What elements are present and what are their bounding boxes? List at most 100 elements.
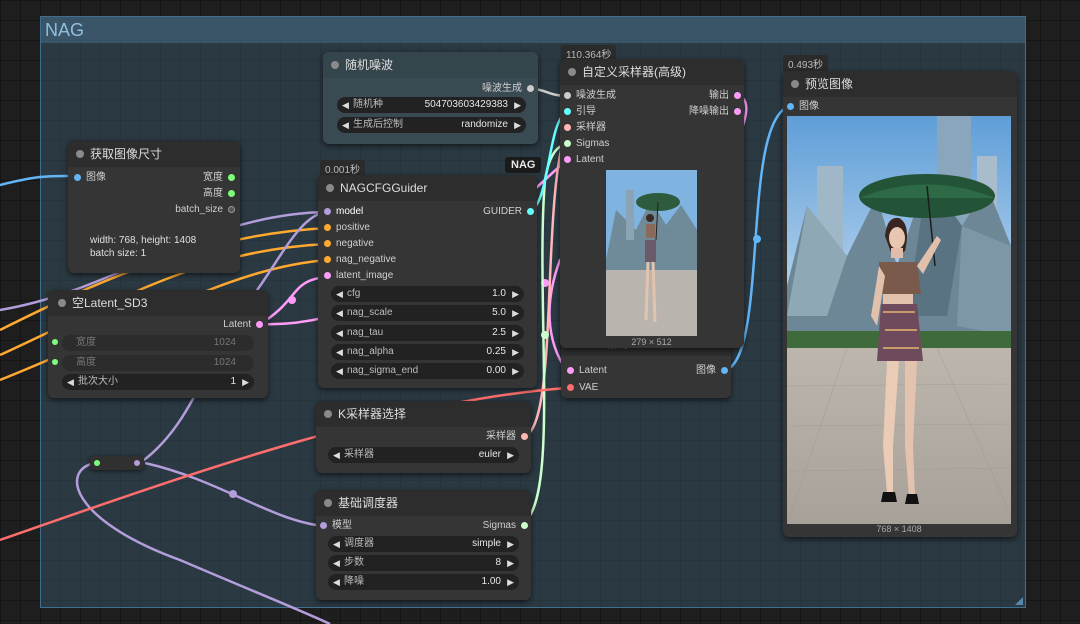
output-sampler[interactable]: 采样器 xyxy=(486,430,528,444)
width-widget[interactable]: 宽度 1024 xyxy=(62,335,254,351)
decrement-arrow-icon[interactable]: ◀ xyxy=(333,536,340,552)
decrement-arrow-icon[interactable]: ◀ xyxy=(342,117,349,133)
increment-arrow-icon[interactable]: ▶ xyxy=(507,574,514,590)
input-latent[interactable]: Latent xyxy=(567,364,607,378)
thumbnail-caption: 279 × 512 xyxy=(631,337,672,347)
input-model[interactable]: model xyxy=(324,205,363,219)
node-basic-scheduler[interactable]: 基础调度器 模型 Sigmas ◀ 调度器 simple ▶ ◀ 步数 8 ▶ ◀ 降噪 1.0… xyxy=(316,490,531,600)
output-output[interactable]: 输出 xyxy=(709,89,741,103)
output-width[interactable]: 宽度 xyxy=(203,171,235,185)
denoise-widget[interactable]: ◀ 降噪 1.00 ▶ xyxy=(328,574,519,590)
input-pin-icon xyxy=(564,123,571,131)
increment-arrow-icon[interactable]: ▶ xyxy=(512,305,519,321)
input-latent[interactable]: Latent xyxy=(564,153,604,167)
nag-alpha-widget[interactable]: ◀ nag_alpha 0.25 ▶ xyxy=(331,344,524,360)
decrement-arrow-icon[interactable]: ◀ xyxy=(336,286,343,302)
input-guider[interactable]: 引导 xyxy=(564,105,596,119)
node-empty-latent[interactable]: 空Latent_SD3 Latent 宽度 1024 高度 1024 ◀ 批次大小 1 ▶ xyxy=(48,290,268,398)
increment-arrow-icon[interactable]: ▶ xyxy=(242,374,249,390)
input-pin-icon xyxy=(324,271,331,279)
increment-arrow-icon[interactable]: ▶ xyxy=(514,97,521,113)
nag-sigma-end-widget[interactable]: ◀ nag_sigma_end 0.00 ▶ xyxy=(331,363,524,379)
decrement-arrow-icon[interactable]: ◀ xyxy=(336,305,343,321)
output-denoised[interactable]: 降噪输出 xyxy=(689,105,741,119)
control-after-generate-widget[interactable]: ◀ 生成后控制 randomize ▶ xyxy=(337,117,526,133)
decrement-arrow-icon[interactable]: ◀ xyxy=(333,574,340,590)
input-vae[interactable]: VAE xyxy=(567,381,598,395)
input-nag-negative[interactable]: nag_negative xyxy=(324,253,396,267)
increment-arrow-icon[interactable]: ▶ xyxy=(514,117,521,133)
node-preview-image[interactable]: 预览图像 图像 768 × 1408 xyxy=(783,71,1017,537)
node-title: 空Latent_SD3 xyxy=(72,296,148,310)
input-image[interactable]: 图像 xyxy=(74,171,106,185)
width-input-pin[interactable] xyxy=(52,336,58,350)
input-pin-icon xyxy=(787,102,794,110)
input-sampler[interactable]: 采样器 xyxy=(564,121,606,135)
increment-arrow-icon[interactable]: ▶ xyxy=(507,447,514,463)
output-pin-icon xyxy=(228,173,235,181)
node-ksampler-select[interactable]: K采样器选择 采样器 ◀ 采样器 euler ▶ xyxy=(316,401,531,473)
node-title: 预览图像 xyxy=(805,77,854,91)
seed-widget[interactable]: ◀ 随机种 504703603429383 ▶ xyxy=(337,97,526,113)
collapse-dot-icon[interactable] xyxy=(326,184,334,192)
increment-arrow-icon[interactable]: ▶ xyxy=(512,286,519,302)
decrement-arrow-icon[interactable]: ◀ xyxy=(336,363,343,379)
decrement-arrow-icon[interactable]: ◀ xyxy=(336,344,343,360)
decrement-arrow-icon[interactable]: ◀ xyxy=(342,97,349,113)
input-noise[interactable]: 噪波生成 xyxy=(564,89,616,103)
input-positive[interactable]: positive xyxy=(324,221,370,235)
reroute-output-pin-icon[interactable] xyxy=(134,460,140,466)
input-latent-image[interactable]: latent_image xyxy=(324,269,393,283)
collapse-dot-icon[interactable] xyxy=(324,499,332,507)
increment-arrow-icon[interactable]: ▶ xyxy=(512,344,519,360)
output-batch-size[interactable]: batch_size xyxy=(175,203,235,217)
output-latent[interactable]: Latent xyxy=(223,318,263,332)
output-height[interactable]: 高度 xyxy=(203,187,235,201)
node-title: 随机噪波 xyxy=(345,58,394,72)
increment-arrow-icon[interactable]: ▶ xyxy=(512,325,519,341)
collapse-dot-icon[interactable] xyxy=(331,61,339,69)
decrement-arrow-icon[interactable]: ◀ xyxy=(333,447,340,463)
collapse-dot-icon[interactable] xyxy=(58,299,66,307)
increment-arrow-icon[interactable]: ▶ xyxy=(507,536,514,552)
collapse-dot-icon[interactable] xyxy=(568,68,576,76)
reroute-input-pin-icon[interactable] xyxy=(94,460,100,466)
collapse-dot-icon[interactable] xyxy=(324,410,332,418)
output-noise[interactable]: 噪波生成 xyxy=(482,82,534,96)
cfg-widget[interactable]: ◀ cfg 1.0 ▶ xyxy=(331,286,524,302)
node-random-noise[interactable]: 随机噪波 噪波生成 ◀ 随机种 504703603429383 ▶ ◀ 生成后控制 ran… xyxy=(323,52,538,144)
collapse-dot-icon[interactable] xyxy=(76,150,84,158)
height-input-pin[interactable] xyxy=(52,356,58,370)
decrement-arrow-icon[interactable]: ◀ xyxy=(333,555,340,571)
input-image[interactable]: 图像 xyxy=(787,100,819,114)
scheduler-widget[interactable]: ◀ 调度器 simple ▶ xyxy=(328,536,519,552)
steps-widget[interactable]: ◀ 步数 8 ▶ xyxy=(328,555,519,571)
input-sigmas[interactable]: Sigmas xyxy=(564,137,609,151)
nag-tau-widget[interactable]: ◀ nag_tau 2.5 ▶ xyxy=(331,325,524,341)
decrement-arrow-icon[interactable]: ◀ xyxy=(336,325,343,341)
output-image[interactable]: 图像 xyxy=(696,364,728,378)
node-sampler-custom-advanced[interactable]: 自定义采样器(高级) 噪波生成 引导 采样器 Sigmas Latent 输出 … xyxy=(560,59,744,348)
reroute-node[interactable] xyxy=(90,456,144,470)
collapse-dot-icon[interactable] xyxy=(791,80,799,88)
nag-scale-widget[interactable]: ◀ nag_scale 5.0 ▶ xyxy=(331,305,524,321)
output-guider[interactable]: GUIDER xyxy=(483,205,534,219)
input-pin-icon xyxy=(564,91,571,99)
input-model[interactable]: 模型 xyxy=(320,519,352,533)
node-nag-cfg-guider[interactable]: NAGCFGGuider GUIDER model positive negat… xyxy=(318,175,537,388)
input-negative[interactable]: negative xyxy=(324,237,374,251)
increment-arrow-icon[interactable]: ▶ xyxy=(507,555,514,571)
output-pin-icon xyxy=(521,432,528,440)
height-widget[interactable]: 高度 1024 xyxy=(62,355,254,371)
input-pin-icon xyxy=(567,383,574,391)
increment-arrow-icon[interactable]: ▶ xyxy=(512,363,519,379)
output-sigmas[interactable]: Sigmas xyxy=(483,519,528,533)
group-resize-handle[interactable] xyxy=(1015,597,1023,605)
decrement-arrow-icon[interactable]: ◀ xyxy=(67,374,74,390)
node-get-image-size[interactable]: 获取图像尺寸 图像 宽度 高度 batch_size width: 768, h… xyxy=(68,141,240,273)
preview-output-image[interactable] xyxy=(787,116,1011,524)
batch-size-widget[interactable]: ◀ 批次大小 1 ▶ xyxy=(62,374,254,390)
group-title[interactable]: NAG xyxy=(41,17,1025,43)
sampler-name-widget[interactable]: ◀ 采样器 euler ▶ xyxy=(328,447,519,463)
input-pin-icon xyxy=(52,359,58,366)
